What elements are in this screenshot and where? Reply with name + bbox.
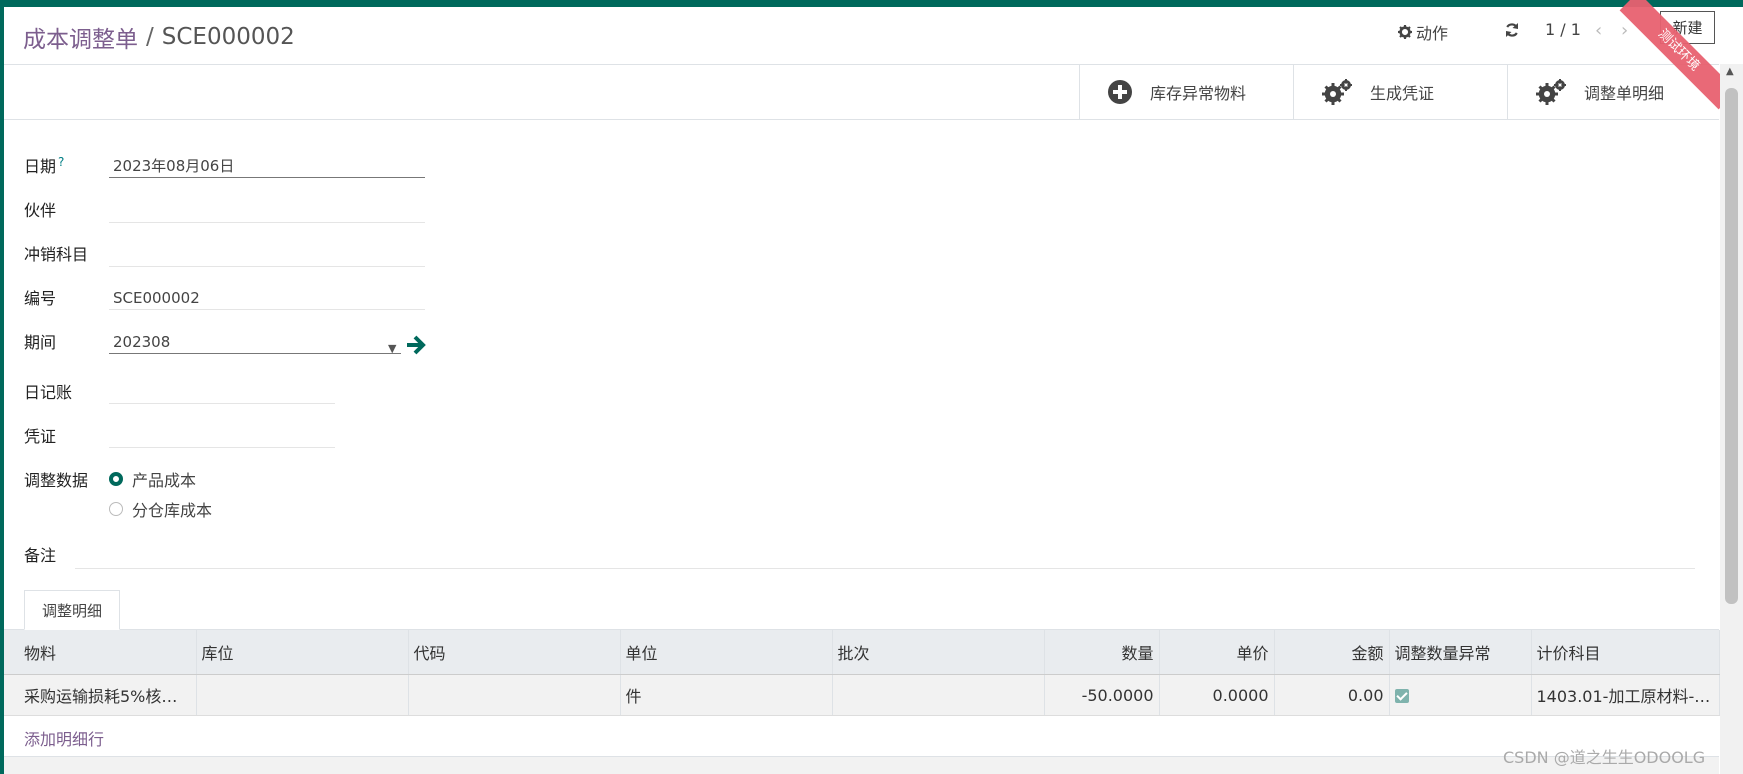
stock-abnormal-button[interactable]: 库存异常物料 xyxy=(1079,64,1293,119)
detail-table: 物料 库位 代码 单位 批次 数量 单价 金额 调整数量异常 计价科目 采购运输… xyxy=(4,630,1720,716)
table-footer xyxy=(4,757,1719,774)
table-row[interactable]: 采购运输损耗5%核算... 件 -50.0000 0.0000 0.00 140… xyxy=(4,674,1720,716)
table-header-row: 物料 库位 代码 单位 批次 数量 单价 金额 调整数量异常 计价科目 xyxy=(4,630,1720,675)
number-field: SCE000002 xyxy=(109,286,425,310)
breadcrumb-parent-link[interactable]: 成本调整单 xyxy=(23,20,138,54)
radio-checked-icon[interactable] xyxy=(109,472,123,486)
partner-field[interactable] xyxy=(109,199,425,223)
radio-warehouse-cost-label: 分仓库成本 xyxy=(132,501,213,520)
radio-product-cost-label: 产品成本 xyxy=(132,471,197,490)
breadcrumb-separator: / xyxy=(146,24,154,50)
col-header-abnormal[interactable]: 调整数量异常 xyxy=(1389,630,1532,675)
gears-icon xyxy=(1322,78,1352,105)
col-header-lot[interactable]: 批次 xyxy=(832,630,1045,675)
col-header-material[interactable]: 物料 xyxy=(4,630,197,675)
checkbox-checked-icon[interactable] xyxy=(1394,689,1409,703)
cell-qty[interactable]: -50.0000 xyxy=(1044,674,1160,716)
radio-warehouse-cost[interactable]: 分仓库成本 xyxy=(109,497,212,521)
pager-next-icon[interactable]: › xyxy=(1621,20,1628,41)
journal-label: 日记账 xyxy=(24,383,73,402)
cell-location[interactable] xyxy=(196,674,409,716)
action-label: 动作 xyxy=(1416,24,1449,43)
action-menu-button[interactable]: 动作 xyxy=(1398,20,1448,44)
voucher-label: 凭证 xyxy=(24,427,57,446)
cell-price[interactable]: 0.0000 xyxy=(1159,674,1275,716)
note-field[interactable] xyxy=(75,568,1695,569)
cell-abnormal[interactable] xyxy=(1389,674,1532,716)
period-select[interactable]: 202308 xyxy=(109,330,401,354)
date-help-icon[interactable]: ? xyxy=(58,155,64,169)
gears-icon xyxy=(1536,78,1566,105)
radio-unchecked-icon[interactable] xyxy=(109,502,123,516)
scroll-up-icon[interactable]: ▲ xyxy=(1726,66,1734,77)
scrollbar-thumb[interactable] xyxy=(1725,88,1738,604)
tab-adjust-detail[interactable]: 调整明细 xyxy=(24,590,120,630)
button-box: 库存异常物料 生成凭证 调整单明细 xyxy=(4,64,1719,120)
offset-account-field[interactable] xyxy=(109,243,425,267)
pager-value[interactable]: 1 / 1 xyxy=(1545,20,1581,39)
date-field[interactable]: 2023年08月06日 xyxy=(109,154,425,178)
col-header-qty[interactable]: 数量 xyxy=(1044,630,1160,675)
number-label: 编号 xyxy=(24,289,57,308)
breadcrumb-current: SCE000002 xyxy=(161,24,295,50)
adjust-detail-label: 调整单明细 xyxy=(1584,83,1665,103)
period-dropdown-icon[interactable]: ▼ xyxy=(388,342,396,355)
stock-abnormal-label: 库存异常物料 xyxy=(1150,83,1247,103)
col-header-code[interactable]: 代码 xyxy=(408,630,621,675)
gear-icon xyxy=(1398,25,1412,39)
adjust-detail-button[interactable]: 调整单明细 xyxy=(1507,64,1719,119)
cell-code[interactable] xyxy=(408,674,621,716)
plus-circle-icon xyxy=(1108,79,1132,104)
generate-voucher-button[interactable]: 生成凭证 xyxy=(1293,64,1507,119)
col-header-unit[interactable]: 单位 xyxy=(620,630,833,675)
journal-field[interactable] xyxy=(109,380,335,404)
note-label: 备注 xyxy=(24,546,57,565)
cell-unit[interactable]: 件 xyxy=(620,674,833,716)
col-header-location[interactable]: 库位 xyxy=(196,630,409,675)
generate-voucher-label: 生成凭证 xyxy=(1370,83,1435,103)
watermark-text: CSDN @道之生生ODOOLG xyxy=(1503,748,1706,767)
voucher-field[interactable] xyxy=(109,424,335,448)
cell-material[interactable]: 采购运输损耗5%核算... xyxy=(4,674,197,716)
col-header-amount[interactable]: 金额 xyxy=(1274,630,1390,675)
add-line-link[interactable]: 添加明细行 xyxy=(24,726,104,750)
breadcrumb: 成本调整单 / SCE000002 xyxy=(23,20,295,54)
partner-label: 伙伴 xyxy=(24,201,57,220)
refresh-icon[interactable] xyxy=(1504,22,1520,38)
cell-lot[interactable] xyxy=(832,674,1045,716)
col-header-account[interactable]: 计价科目 xyxy=(1531,630,1720,675)
adjust-data-label: 调整数据 xyxy=(24,471,89,490)
internal-link-arrow-icon[interactable] xyxy=(405,334,427,356)
period-label: 期间 xyxy=(24,333,57,352)
pager-previous-icon[interactable]: ‹ xyxy=(1595,20,1602,41)
top-accent-bar xyxy=(0,0,1743,7)
offset-account-label: 冲销科目 xyxy=(24,245,89,264)
control-panel: 成本调整单 / SCE000002 xyxy=(4,7,1719,65)
col-header-price[interactable]: 单价 xyxy=(1159,630,1275,675)
cell-account[interactable]: 1403.01-加工原材料-外延 xyxy=(1531,674,1720,716)
date-label: 日期? xyxy=(24,154,65,176)
radio-product-cost[interactable]: 产品成本 xyxy=(109,467,196,491)
cell-amount[interactable]: 0.00 xyxy=(1274,674,1390,716)
